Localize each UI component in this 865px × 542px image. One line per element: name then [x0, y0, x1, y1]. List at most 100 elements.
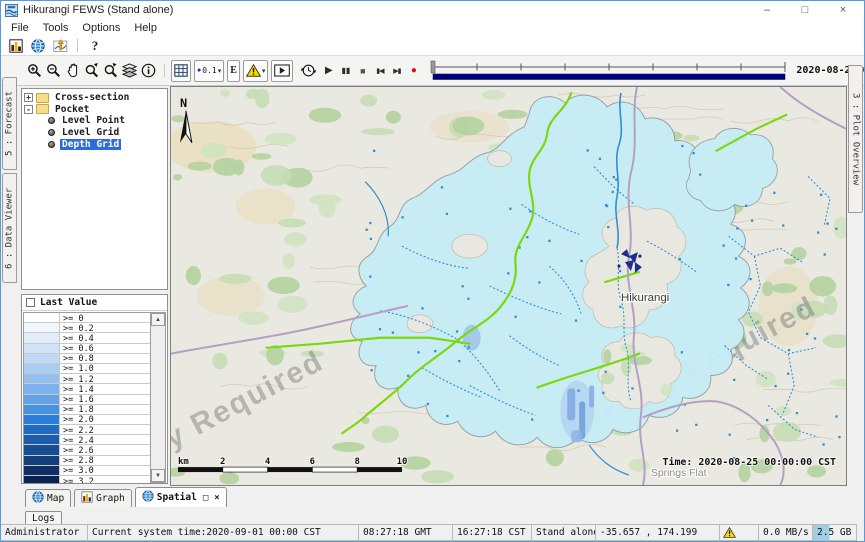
- map-label-locality: Springs Flat: [651, 468, 707, 479]
- bullet-icon: [48, 117, 55, 124]
- status-system-time: Current system time:2020-09-01 00:00 CST: [87, 524, 359, 541]
- tree-item-level-point[interactable]: Level Point: [24, 115, 165, 127]
- skip-to-start-button[interactable]: ▮◀: [371, 60, 388, 82]
- bottom-tab-bar: Map Graph Spatial □×: [1, 486, 864, 507]
- last-value-checkbox[interactable]: [26, 298, 35, 307]
- close-button[interactable]: ×: [824, 2, 862, 19]
- menu-file[interactable]: File: [4, 22, 36, 34]
- chart-up-arrow-icon: [53, 39, 68, 53]
- skip-to-end-button[interactable]: ▶▮: [388, 60, 405, 82]
- logs-row: Logs: [1, 507, 864, 524]
- legend-color-swatch: [24, 415, 60, 424]
- record-button[interactable]: ●: [405, 60, 422, 82]
- close-panel-button[interactable]: ×: [214, 493, 219, 503]
- tree-expander-icon[interactable]: +: [24, 93, 33, 102]
- side-tab-forecast[interactable]: 5 : Forecast: [2, 77, 17, 170]
- zoom-previous-icon: [84, 63, 99, 78]
- map-canvas[interactable]: API Key Required API Key Required: [171, 87, 846, 485]
- pause-button[interactable]: ▮▮: [337, 60, 354, 82]
- legend-label: >= 2.0: [60, 415, 150, 424]
- layers-button[interactable]: [120, 60, 139, 82]
- thresholds-dropdown[interactable]: ▾: [243, 60, 269, 82]
- legend-label: >= 1.2: [60, 374, 150, 383]
- status-coordinates: -35.657 , 174.199: [595, 524, 720, 541]
- globe-icon: [32, 491, 44, 503]
- legend-row: >= 1.8: [24, 405, 150, 415]
- legend-color-swatch: [24, 323, 60, 332]
- legend-color-swatch: [24, 405, 60, 414]
- animation-settings-button[interactable]: [296, 60, 320, 82]
- spatial-display-button[interactable]: [49, 37, 71, 55]
- tree-item-depth-grid[interactable]: Depth Grid: [24, 138, 165, 150]
- stop-button[interactable]: ■: [354, 60, 371, 82]
- scroll-up-icon[interactable]: ▲: [151, 313, 165, 326]
- legend-row: >= 2.8: [24, 456, 150, 466]
- pan-button[interactable]: [63, 60, 82, 82]
- info-button[interactable]: [139, 60, 158, 82]
- side-tab-plot-overview[interactable]: 3 : Plot Overview: [848, 65, 863, 213]
- help-button[interactable]: ?: [84, 37, 106, 55]
- zoom-previous-button[interactable]: [82, 60, 101, 82]
- timeline-slider[interactable]: [428, 58, 790, 84]
- zoom-out-button[interactable]: [44, 60, 63, 82]
- label-toggle-button[interactable]: E: [227, 60, 240, 82]
- play-button[interactable]: ▶: [320, 60, 337, 82]
- legend-color-swatch: [24, 466, 60, 475]
- map-view[interactable]: API Key Required API Key Required: [170, 86, 847, 486]
- value-dot-icon: ●: [197, 67, 201, 74]
- maximize-panel-button[interactable]: □: [203, 493, 208, 503]
- legend-color-swatch: [24, 354, 60, 363]
- legend-panel: Last Value >= 0 >= 0.2 >= 0.4 >= 0.6 >= …: [21, 294, 168, 484]
- legend-label: >= 2.8: [60, 456, 150, 465]
- main-toolbar: ?: [1, 36, 864, 56]
- map-display-button[interactable]: [27, 37, 49, 55]
- legend-row: >= 1.4: [24, 384, 150, 394]
- timeline-handle[interactable]: [431, 61, 435, 73]
- scroll-down-icon[interactable]: ▼: [151, 469, 165, 482]
- legend-label: >= 3.0: [60, 466, 150, 475]
- menu-bar: FileToolsOptionsHelp: [1, 19, 864, 36]
- grid-icon: [174, 64, 188, 77]
- tree-item-cross-section[interactable]: + Cross-section: [24, 92, 165, 104]
- movie-player-button[interactable]: [271, 60, 293, 82]
- legend-label: >= 1.8: [60, 405, 150, 414]
- legend-color-swatch: [24, 344, 60, 353]
- legend-row: >= 1.2: [24, 374, 150, 384]
- tab-map[interactable]: Map: [25, 489, 71, 507]
- warning-icon: [246, 64, 261, 77]
- legend-row: >= 1.6: [24, 395, 150, 405]
- timeline-span-bar: [433, 74, 785, 80]
- legend-label: >= 2.6: [60, 445, 150, 454]
- minimize-button[interactable]: –: [748, 2, 786, 19]
- menu-help[interactable]: Help: [127, 22, 164, 34]
- map-time-label: Time: 2020-08-25 00:00:00 CST: [662, 456, 836, 468]
- menu-options[interactable]: Options: [75, 22, 127, 34]
- legend-row: >= 0.8: [24, 354, 150, 364]
- tabular-display-button[interactable]: [5, 37, 27, 55]
- animation-clock-icon: [300, 62, 317, 79]
- tree-expander-icon[interactable]: -: [24, 105, 33, 114]
- legend-color-swatch: [24, 425, 60, 434]
- side-tab-data-viewer[interactable]: 6 : Data Viewer: [2, 173, 17, 283]
- legend-label: >= 1.6: [60, 395, 150, 404]
- menu-tools[interactable]: Tools: [36, 22, 76, 34]
- tree-item-pocket[interactable]: - Pocket: [24, 104, 165, 116]
- zoom-next-button[interactable]: [101, 60, 120, 82]
- tab-spatial[interactable]: Spatial □×: [135, 487, 227, 507]
- tab-graph[interactable]: Graph: [74, 489, 132, 507]
- title-bar[interactable]: Hikurangi FEWS (Stand alone) – □ ×: [1, 1, 864, 19]
- legend-scrollbar[interactable]: ▲ ▼: [151, 312, 166, 483]
- legend-color-swatch: [24, 364, 60, 373]
- status-warning: [719, 524, 759, 541]
- legend-label: >= 0.8: [60, 354, 150, 363]
- main-area: + Cross-section - Pocket Level Point Lev…: [1, 86, 864, 486]
- grid-display-button[interactable]: [171, 60, 191, 82]
- legend-color-swatch: [24, 435, 60, 444]
- map-toolbar: ●0.1▾ E ▾ ▶: [1, 56, 864, 86]
- maximize-button[interactable]: □: [786, 2, 824, 19]
- legend-color-swatch: [24, 476, 60, 483]
- legend-label: >= 3.2: [60, 476, 150, 483]
- zoom-in-button[interactable]: [25, 60, 44, 82]
- class-break-dropdown[interactable]: ●0.1▾: [194, 60, 224, 82]
- tree-item-level-grid[interactable]: Level Grid: [24, 127, 165, 139]
